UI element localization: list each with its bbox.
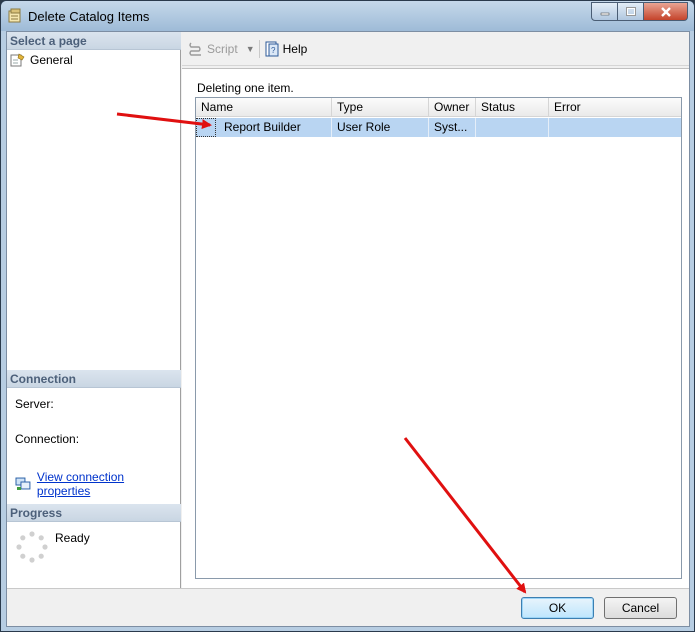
cell-status bbox=[476, 118, 549, 137]
view-connection-properties-link[interactable]: View connection properties bbox=[37, 470, 180, 498]
items-grid[interactable]: Name Type Owner Status Error Report Buil… bbox=[195, 97, 682, 579]
help-button[interactable]: ? Help bbox=[264, 41, 308, 57]
footer-divider bbox=[7, 588, 689, 589]
status-text: Deleting one item. bbox=[197, 81, 294, 95]
progress-header: Progress bbox=[7, 504, 181, 522]
cancel-button[interactable]: Cancel bbox=[604, 597, 677, 619]
window-title: Delete Catalog Items bbox=[28, 9, 150, 24]
script-label: Script bbox=[207, 42, 238, 56]
cell-name: Report Builder bbox=[196, 118, 332, 137]
cell-owner: Syst... bbox=[429, 118, 476, 137]
minimize-icon bbox=[600, 12, 609, 15]
column-header-type[interactable]: Type bbox=[332, 98, 429, 117]
page-item-label: General bbox=[30, 53, 73, 67]
toolbar-separator bbox=[258, 40, 260, 58]
help-icon: ? bbox=[265, 41, 279, 57]
minimize-button[interactable] bbox=[591, 2, 618, 21]
maximize-button[interactable] bbox=[618, 2, 644, 21]
column-header-error[interactable]: Error bbox=[549, 98, 681, 117]
table-row[interactable]: Report Builder User Role Syst... bbox=[196, 118, 681, 137]
page-item-general[interactable]: General bbox=[10, 53, 73, 67]
close-button[interactable] bbox=[644, 2, 688, 21]
maximize-icon bbox=[625, 7, 636, 16]
server-label: Server: bbox=[15, 397, 54, 411]
connection-header: Connection bbox=[7, 370, 181, 388]
column-header-status[interactable]: Status bbox=[476, 98, 549, 117]
grid-header: Name Type Owner Status Error bbox=[196, 98, 681, 117]
help-label: Help bbox=[282, 42, 308, 56]
connection-label: Connection: bbox=[15, 432, 80, 446]
progress-status: Ready bbox=[55, 531, 90, 545]
svg-text:?: ? bbox=[271, 46, 276, 55]
script-button[interactable]: Script bbox=[188, 41, 238, 57]
ok-button[interactable]: OK bbox=[521, 597, 594, 619]
cell-type: User Role bbox=[332, 118, 429, 137]
script-icon bbox=[189, 42, 201, 56]
row-focus-marker bbox=[196, 118, 216, 137]
left-pane: Select a page General Connection Server:… bbox=[7, 32, 181, 588]
script-dropdown-arrow-icon[interactable]: ▼ bbox=[246, 44, 255, 54]
dialog-window: Delete Catalog Items Select a page Gener… bbox=[0, 0, 695, 632]
column-header-name[interactable]: Name bbox=[196, 98, 332, 117]
page-wrench-icon bbox=[10, 53, 25, 67]
title-bar[interactable]: Delete Catalog Items bbox=[1, 1, 694, 31]
toolbar: Script ▼ ? Help bbox=[188, 40, 307, 58]
connection-properties-icon bbox=[15, 477, 31, 490]
content-area: Deleting one item. Name Type Owner Statu… bbox=[182, 68, 689, 588]
cell-error bbox=[549, 118, 681, 137]
column-header-owner[interactable]: Owner bbox=[429, 98, 476, 117]
progress-spinner-icon bbox=[16, 531, 48, 563]
close-icon bbox=[660, 6, 671, 17]
toolbar-divider bbox=[182, 65, 689, 66]
catalog-app-icon bbox=[8, 8, 21, 23]
dialog-client-area: Select a page General Connection Server:… bbox=[6, 31, 690, 627]
select-page-header: Select a page bbox=[7, 32, 181, 50]
view-connection-properties[interactable]: View connection properties bbox=[15, 470, 180, 498]
